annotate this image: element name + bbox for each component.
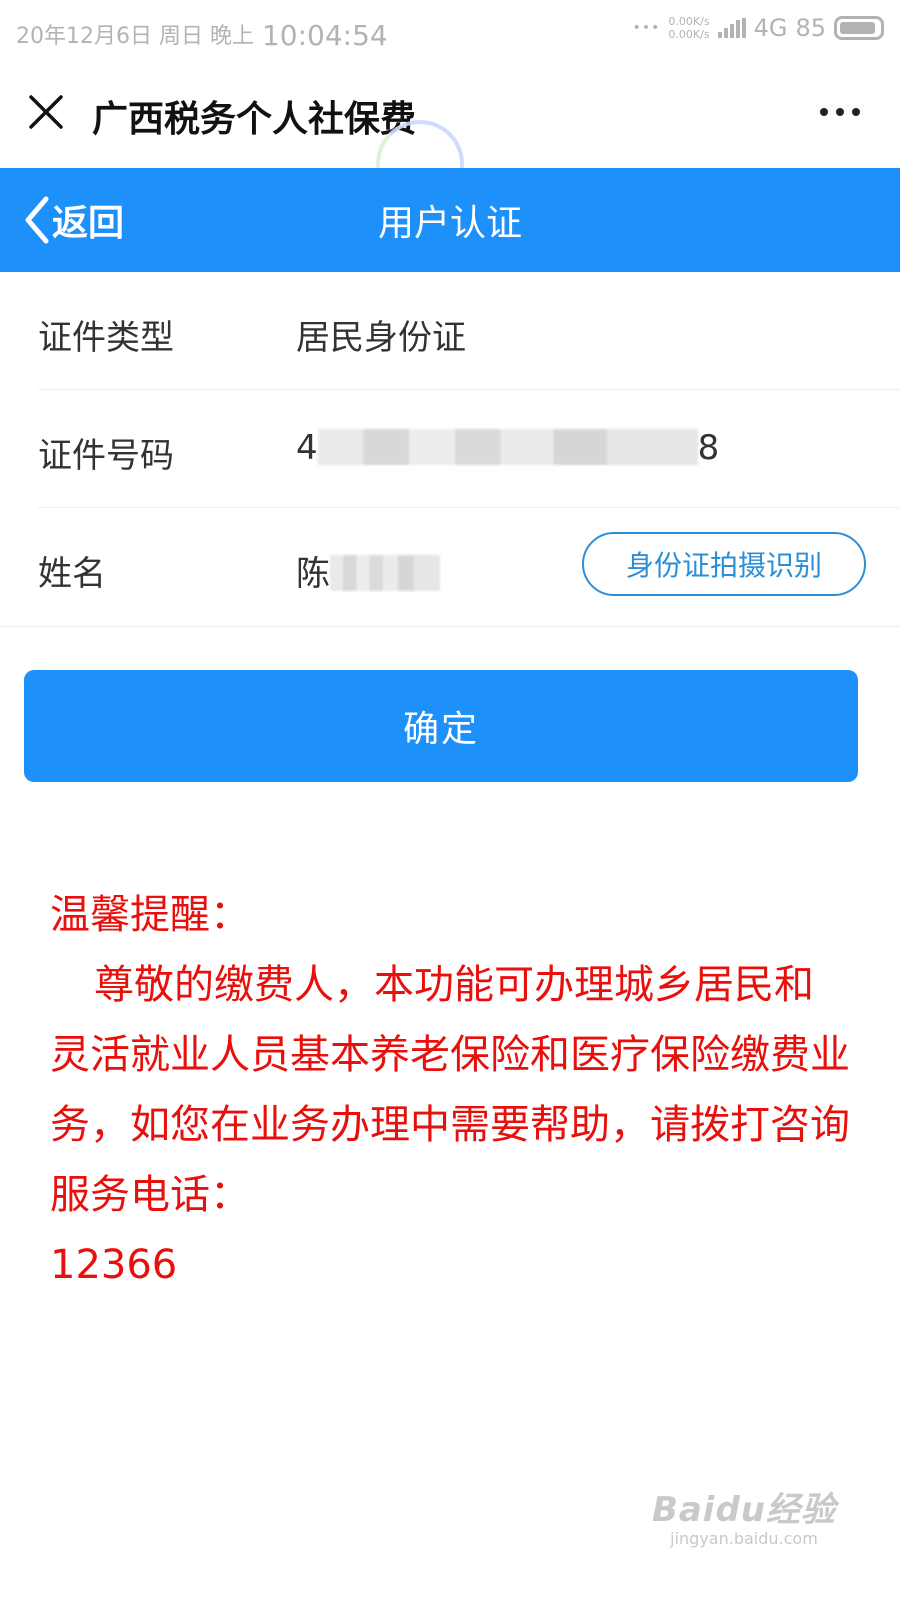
close-icon[interactable] — [28, 94, 64, 130]
id-number-prefix: 4 — [296, 428, 318, 468]
nav-bar: 返回 用户认证 — [0, 168, 900, 272]
signal-icon — [717, 18, 746, 38]
net-speed-up: 0.00K/s — [668, 15, 710, 28]
battery-level: 85 — [795, 14, 826, 42]
watermark-brand: Baidu经验 — [651, 1490, 836, 1530]
id-number-input[interactable]: 48 — [296, 428, 719, 468]
confirm-button[interactable]: 确定 — [24, 670, 858, 782]
id-type-label: 证件类型 — [38, 318, 174, 358]
name-row: 姓名 陈 身份证拍摄识别 — [38, 508, 900, 626]
id-type-select[interactable]: 居民身份证 — [296, 310, 466, 359]
status-datetime: 20年12月6日 周日 晚上 10:04:54 — [16, 18, 388, 52]
redacted-block — [330, 554, 440, 591]
notice: 温馨提醒： 尊敬的缴费人，本功能可办理城乡居民和灵活就业人员基本养老保险和医疗保… — [50, 880, 850, 1300]
id-number-row: 证件号码 48 — [38, 390, 900, 508]
watermark-url: jingyan.baidu.com — [670, 1529, 818, 1548]
notice-phone: 12366 — [50, 1242, 178, 1288]
notice-title: 温馨提醒： — [50, 892, 250, 938]
id-number-label: 证件号码 — [38, 436, 174, 476]
name-input[interactable]: 陈 — [296, 546, 440, 595]
notice-body: 尊敬的缴费人，本功能可办理城乡居民和灵活就业人员基本养老保险和医疗保险缴费业务，… — [50, 962, 850, 1218]
network-type: 4G — [753, 14, 788, 42]
status-clock: 10:04:54 — [261, 19, 388, 52]
page-title: 用户认证 — [377, 203, 522, 244]
id-card-scan-button[interactable]: 身份证拍摄识别 — [582, 532, 866, 596]
redacted-block — [317, 428, 698, 465]
id-number-suffix: 8 — [697, 428, 720, 468]
divider — [0, 626, 900, 627]
auth-form: 证件类型 居民身份证 证件号码 48 姓名 陈 身份证拍摄识别 — [0, 272, 900, 627]
battery-icon — [834, 16, 884, 40]
status-date: 20年12月6日 周日 晚上 — [16, 24, 254, 49]
name-prefix: 陈 — [296, 554, 330, 594]
name-label: 姓名 — [38, 554, 106, 594]
more-dots-icon: ••• — [632, 20, 661, 36]
id-type-row[interactable]: 证件类型 居民身份证 — [38, 272, 900, 390]
page: 20年12月6日 周日 晚上 10:04:54 ••• 0.00K/s 0.00K… — [0, 0, 900, 1600]
net-speed: 0.00K/s 0.00K/s — [668, 15, 709, 41]
watermark-logo: Baidu经验 jingyan.baidu.com — [652, 1482, 836, 1548]
status-indicators: ••• 0.00K/s 0.00K/s 4G 85 — [633, 14, 884, 42]
net-speed-down: 0.00K/s — [668, 28, 710, 41]
status-bar: 20年12月6日 周日 晚上 10:04:54 ••• 0.00K/s 0.00K… — [0, 0, 900, 64]
app-header: 广西税务个人社保费 — [0, 64, 900, 208]
app-title: 广西税务个人社保费 — [92, 99, 417, 140]
more-icon[interactable] — [820, 108, 860, 116]
